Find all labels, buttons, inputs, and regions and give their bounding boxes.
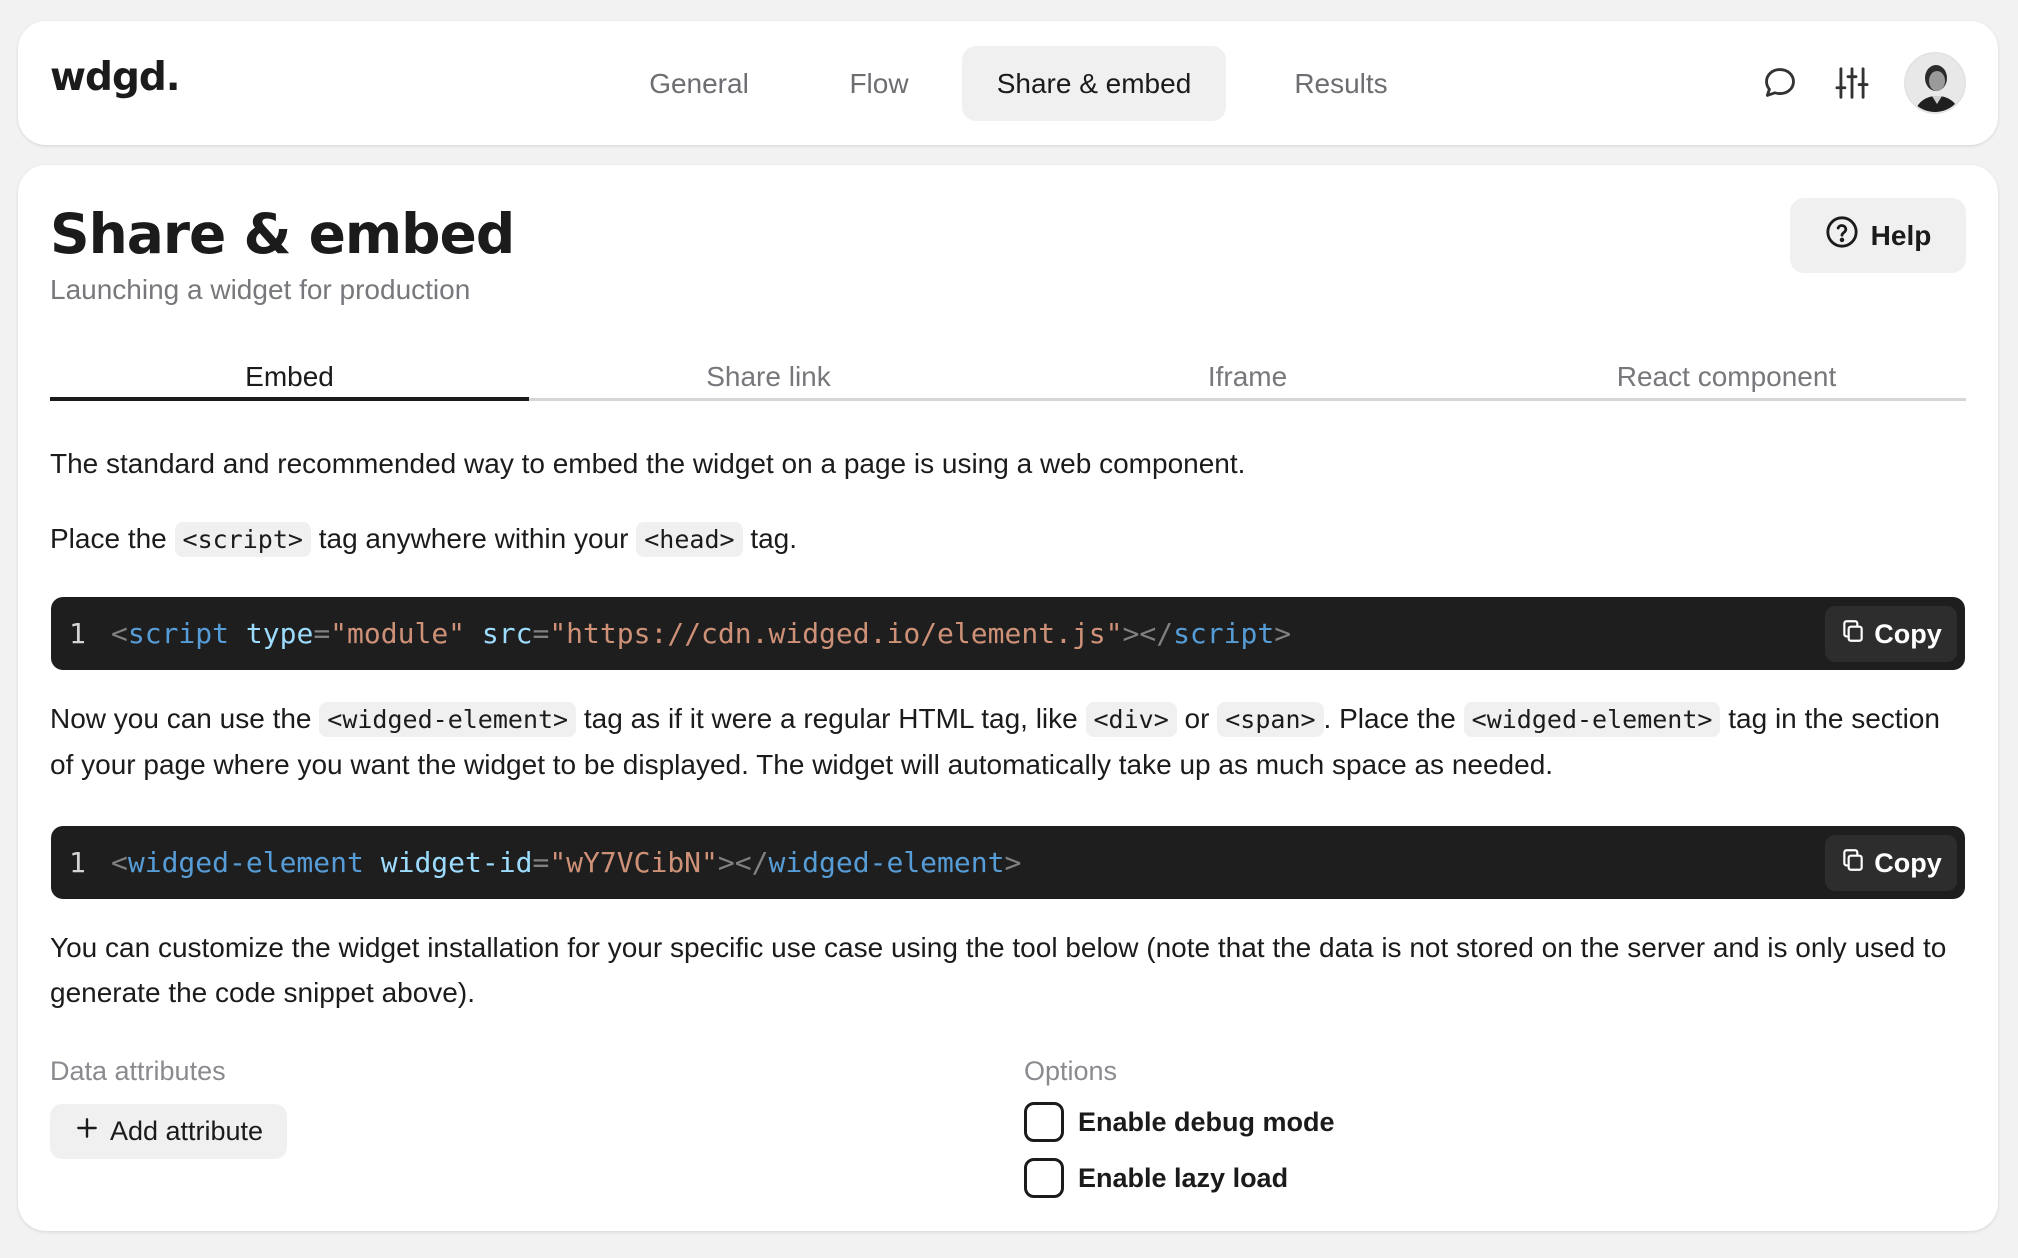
copy-icon <box>1840 847 1866 880</box>
text-segment: or <box>1176 703 1218 734</box>
script-code-block[interactable]: 1 <script type="module" src="https://cdn… <box>51 597 1965 670</box>
question-circle-icon <box>1825 215 1859 256</box>
code-value: "wY7VCibN" <box>549 846 718 879</box>
tab-share-link[interactable]: Share link <box>529 355 1008 398</box>
share-embed-card: Share & embed Launching a widget for pro… <box>18 165 1998 1231</box>
code-value: "https://cdn.widged.io/element.js" <box>549 617 1123 650</box>
lazy-load-checkbox[interactable] <box>1024 1158 1064 1198</box>
code-tag: widged-element <box>127 846 364 879</box>
top-navigation-bar: wdgd. General Flow Share & embed Results <box>18 21 1998 145</box>
page-title: Share & embed <box>50 202 515 266</box>
code-line[interactable]: <script type="module" src="https://cdn.w… <box>111 617 1291 650</box>
text-segment: tag. <box>742 523 798 554</box>
text-segment: Now you can use the <box>50 703 320 734</box>
code-attr: src <box>481 617 533 650</box>
tab-react-component[interactable]: React component <box>1487 355 1966 398</box>
inline-code-div: <div> <box>1085 702 1177 737</box>
data-attributes-label: Data attributes <box>50 1056 226 1086</box>
inline-code-span: <span> <box>1217 702 1324 737</box>
embed-tabs: Embed Share link Iframe React component <box>50 355 1966 401</box>
nav-general[interactable]: General <box>602 46 796 121</box>
code-attr: widget-id <box>380 846 533 879</box>
intro-text: The standard and recommended way to embe… <box>50 448 1246 479</box>
code-tag: script <box>127 617 230 650</box>
nav-flow[interactable]: Flow <box>796 46 962 121</box>
code-value: "module" <box>330 617 466 650</box>
chat-icon[interactable] <box>1760 63 1800 103</box>
inline-code-head: <head> <box>636 522 743 557</box>
help-label: Help <box>1870 219 1932 251</box>
debug-mode-option[interactable]: Enable debug mode <box>1024 1102 1335 1142</box>
code-tag: script <box>1173 617 1275 650</box>
customize-text: You can customize the widget installatio… <box>50 932 1947 1008</box>
code-line[interactable]: <widged-element widget-id="wY7VCibN"></w… <box>111 846 1021 879</box>
code-tag: widged-element <box>768 846 1005 879</box>
tab-embed[interactable]: Embed <box>50 355 529 401</box>
add-attribute-label: Add attribute <box>109 1116 264 1146</box>
logo[interactable]: wdgd. <box>50 55 181 100</box>
inline-code-widged-element: <widged-element> <box>319 702 577 737</box>
debug-mode-checkbox[interactable] <box>1024 1102 1064 1142</box>
sliders-icon[interactable] <box>1832 63 1872 103</box>
lazy-load-option[interactable]: Enable lazy load <box>1024 1158 1288 1198</box>
lazy-load-label: Enable lazy load <box>1078 1162 1289 1193</box>
text-segment: . Place the <box>1323 703 1464 734</box>
options-label: Options <box>1024 1056 1118 1086</box>
text-segment: Place the <box>50 523 175 554</box>
copy-label: Copy <box>1874 618 1942 649</box>
copy-icon <box>1840 618 1866 651</box>
inline-code-script: <script> <box>174 522 311 557</box>
nav-share-embed[interactable]: Share & embed <box>962 46 1226 121</box>
code-attr: type <box>245 617 314 650</box>
widget-element-text: Now you can use the <widged-element> tag… <box>50 696 1966 787</box>
inline-code-widged-element: <widged-element> <box>1463 702 1721 737</box>
avatar[interactable] <box>1904 52 1966 114</box>
line-number: 1 <box>69 846 86 879</box>
plus-icon <box>74 1115 100 1148</box>
copy-widget-button[interactable]: Copy <box>1825 835 1957 891</box>
add-attribute-button[interactable]: Add attribute <box>50 1104 287 1159</box>
help-button[interactable]: Help <box>1790 198 1966 273</box>
line-number: 1 <box>69 617 86 650</box>
header-actions <box>1760 52 1966 114</box>
text-segment: tag as if it were a regular HTML tag, li… <box>576 703 1086 734</box>
page-subtitle: Launching a widget for production <box>50 274 471 305</box>
nav-results[interactable]: Results <box>1226 46 1456 121</box>
main-nav: General Flow Share & embed Results <box>602 46 1456 121</box>
tab-iframe[interactable]: Iframe <box>1008 355 1487 398</box>
copy-script-button[interactable]: Copy <box>1825 606 1957 662</box>
debug-mode-label: Enable debug mode <box>1078 1106 1335 1137</box>
text-segment: tag anywhere within your <box>310 523 637 554</box>
widget-code-block[interactable]: 1 <widged-element widget-id="wY7VCibN"><… <box>51 826 1965 899</box>
script-placement-text: Place the <script> tag anywhere within y… <box>50 516 1966 562</box>
copy-label: Copy <box>1874 847 1942 878</box>
